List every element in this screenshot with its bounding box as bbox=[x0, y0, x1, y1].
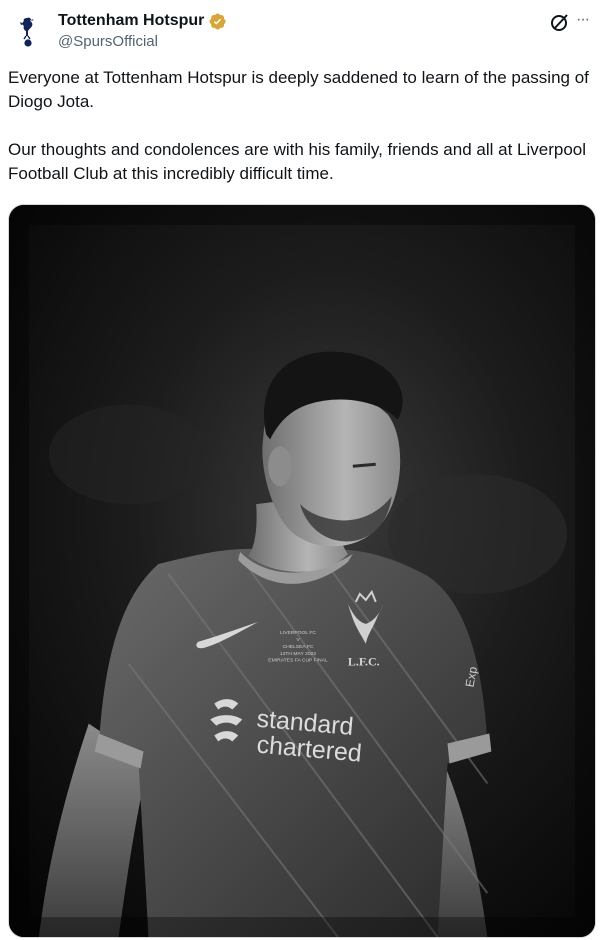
tweet-header: Tottenham Hotspur @SpursOfficial ··· bbox=[0, 0, 600, 62]
commemoration-line-5: EMIRATES FA CUP FINAL bbox=[268, 658, 328, 664]
more-icon: ··· bbox=[576, 11, 590, 28]
cockerel-logo-icon bbox=[8, 10, 48, 50]
commemoration-line-4: 14TH MAY 2022 bbox=[280, 651, 316, 657]
author-name-row: Tottenham Hotspur bbox=[58, 11, 227, 31]
tweet-paragraph-2: Our thoughts and condolences are with hi… bbox=[8, 140, 587, 183]
player-photo-image: L.F.C. LIVERPOOL FC V CHELSEA FC 14TH MA… bbox=[9, 205, 595, 937]
author-handle[interactable]: @SpursOfficial bbox=[58, 33, 158, 51]
verified-badge-icon bbox=[209, 12, 226, 30]
avatar[interactable] bbox=[8, 10, 48, 50]
shirt-badge-text: L.F.C. bbox=[348, 655, 380, 669]
tweet-paragraph-1: Everyone at Tottenham Hotspur is deeply … bbox=[8, 68, 589, 111]
grok-button[interactable] bbox=[548, 10, 572, 34]
commemoration-line-3: CHELSEA FC bbox=[283, 644, 314, 650]
tweet-photo[interactable]: L.F.C. LIVERPOOL FC V CHELSEA FC 14TH MA… bbox=[8, 204, 596, 938]
grok-icon bbox=[551, 14, 568, 31]
tweet-text: Everyone at Tottenham Hotspur is deeply … bbox=[8, 66, 592, 186]
commemoration-line-1: LIVERPOOL FC bbox=[280, 630, 316, 636]
author-display-name[interactable]: Tottenham Hotspur bbox=[58, 11, 204, 31]
more-button[interactable]: ··· bbox=[576, 10, 598, 34]
